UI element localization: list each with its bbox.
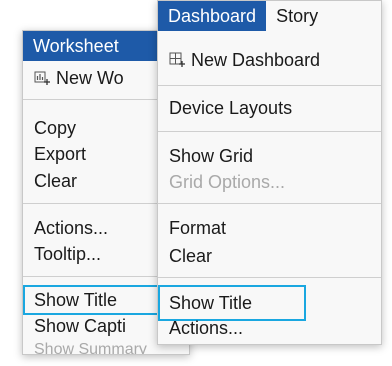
menu-item-grid-options: Grid Options... — [158, 169, 381, 195]
menu-item-label: Clear — [169, 245, 213, 266]
menu-item-label: New Wo — [56, 67, 124, 88]
new-worksheet-icon — [34, 70, 50, 86]
menu-item-label: Show Summary — [34, 341, 147, 355]
menu-item-clear[interactable]: Clear — [158, 243, 381, 269]
tab-story[interactable]: Story — [266, 1, 328, 31]
menu-item-show-grid[interactable]: Show Grid — [158, 143, 381, 169]
menu-item-label: Format — [169, 217, 227, 238]
menu-item-label: Show Capti — [34, 315, 127, 336]
menu-item-label: Show Title — [34, 289, 118, 310]
menu-item-actions[interactable]: Actions... — [158, 315, 381, 341]
menu-item-label: Actions... — [169, 317, 244, 338]
separator — [158, 277, 381, 278]
dashboard-menubar: Dashboard Story — [158, 1, 381, 31]
menu-item-label: Show Title — [169, 292, 253, 313]
menu-item-label: Device Layouts — [169, 97, 293, 118]
menu-item-label: Grid Options... — [169, 171, 286, 192]
menu-item-label: Tooltip... — [34, 243, 102, 264]
menu-item-new-dashboard[interactable]: New Dashboard — [158, 47, 381, 73]
tab-dashboard[interactable]: Dashboard — [158, 1, 267, 31]
menu-item-device-layouts[interactable]: Device Layouts — [158, 95, 381, 121]
new-dashboard-icon — [169, 52, 185, 68]
menu-item-label: Clear — [34, 170, 78, 191]
separator — [158, 85, 381, 86]
separator — [158, 131, 381, 132]
menu-item-label: New Dashboard — [191, 49, 321, 70]
tab-dashboard-label: Dashboard — [168, 5, 257, 26]
menu-item-label: Copy — [34, 117, 77, 138]
dashboard-menu: Dashboard Story New Dashboard Device Lay… — [157, 0, 382, 345]
menu-item-label: Export — [34, 143, 87, 164]
menu-item-format[interactable]: Format — [158, 215, 381, 241]
tab-worksheet-label: Worksheet — [33, 35, 119, 56]
menu-item-label: Actions... — [34, 217, 109, 238]
tab-story-label: Story — [276, 5, 319, 26]
separator — [158, 203, 381, 204]
menu-item-label: Show Grid — [169, 145, 254, 166]
